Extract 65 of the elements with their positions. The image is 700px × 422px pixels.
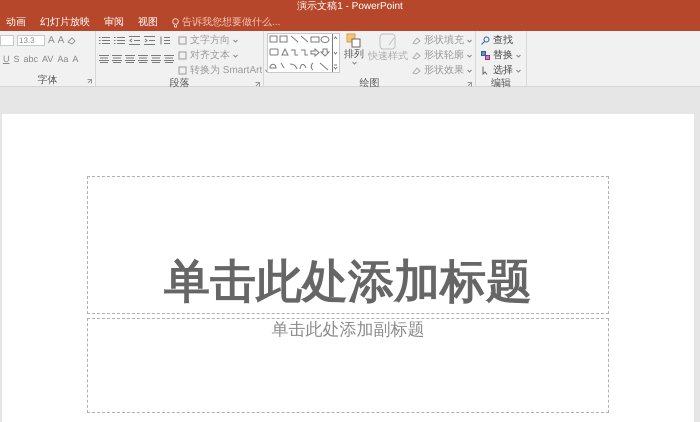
quick-styles-icon (379, 33, 397, 51)
lightbulb-icon (172, 18, 179, 28)
spacing-button[interactable]: AV (42, 52, 54, 64)
command-button[interactable]: 形状效果 (424, 64, 464, 77)
command-button[interactable]: 查找 (493, 34, 513, 47)
caret-icon (467, 38, 472, 42)
shapes-gallery[interactable] (267, 33, 340, 73)
arrange-icon (346, 33, 362, 49)
command-button[interactable]: 替换 (493, 49, 513, 62)
shapes-drawing (268, 34, 332, 72)
cursor-icon (481, 66, 490, 75)
dialog-launcher-icon (87, 79, 92, 84)
dialog-launcher-icon (467, 82, 472, 87)
title-placeholder[interactable]: 单击此处添加标题 (87, 176, 609, 314)
gallery-scroll-icon (332, 34, 339, 72)
caret-icon (233, 54, 238, 58)
line-spacing-icon (159, 36, 170, 45)
caret-icon (516, 54, 521, 58)
underline-button[interactable]: U (3, 52, 10, 64)
font-color-button[interactable]: A (72, 52, 78, 64)
strikethrough-button[interactable]: S (14, 52, 20, 64)
arrange-button[interactable]: 排列 (344, 49, 364, 61)
font-name-field[interactable] (0, 35, 14, 46)
numbering-icon (114, 36, 125, 45)
group-label: 段落 (170, 78, 190, 89)
tell-me-field[interactable]: 告诉我您想要做什么... (182, 15, 302, 30)
group-label: 编辑 (491, 78, 511, 89)
command-button[interactable]: 转换为 SmartArt (190, 64, 262, 77)
quick-styles-button[interactable]: 快速样式 (368, 51, 408, 63)
caret-icon (516, 68, 521, 72)
ribbon-tab[interactable]: 审阅 (100, 16, 128, 30)
command-button[interactable]: 形状轮廓 (424, 49, 464, 62)
align-left-icon (99, 54, 109, 62)
group-label: 绘图 (360, 78, 380, 89)
grow-font-button[interactable]: A (48, 34, 55, 46)
title-text: 单击此处添加标题 (164, 254, 532, 309)
distribute-icon (151, 54, 161, 62)
outdent-icon (129, 36, 140, 45)
caret-icon (467, 54, 472, 58)
command-button[interactable]: 形状填充 (424, 34, 464, 47)
ribbon-tab[interactable]: 动画 (2, 16, 30, 30)
caret-icon (233, 38, 238, 42)
font-size-field[interactable]: 13.3 (17, 35, 45, 46)
search-icon (481, 36, 490, 45)
caret-icon (352, 61, 356, 65)
shadow-button[interactable]: abc (24, 52, 38, 64)
replace-icon (481, 51, 490, 60)
group-label: 字体 (38, 74, 58, 86)
shrink-font-button[interactable]: A (58, 34, 64, 46)
ribbon-tab[interactable]: 视图 (134, 16, 162, 30)
command-button[interactable]: 对齐文本 (190, 49, 230, 62)
caret-icon (467, 68, 472, 72)
justify-icon (138, 54, 148, 62)
align-right-icon (125, 54, 135, 62)
command-button[interactable]: 文字方向 (190, 34, 230, 47)
dialog-launcher-icon (255, 82, 260, 87)
change-case-button[interactable]: Aa (57, 52, 68, 64)
subtitle-placeholder[interactable]: 单击此处添加副标题 (87, 318, 609, 413)
align-center-icon (112, 54, 122, 62)
ribbon-tab[interactable]: 幻灯片放映 (36, 16, 94, 30)
subtitle-text: 单击此处添加副标题 (272, 319, 424, 341)
window-title: 演示文稿1 - PowerPoint (297, 1, 403, 13)
command-button[interactable]: 选择 (493, 64, 513, 77)
indent-icon (144, 36, 155, 45)
bullets-icon (99, 36, 110, 45)
